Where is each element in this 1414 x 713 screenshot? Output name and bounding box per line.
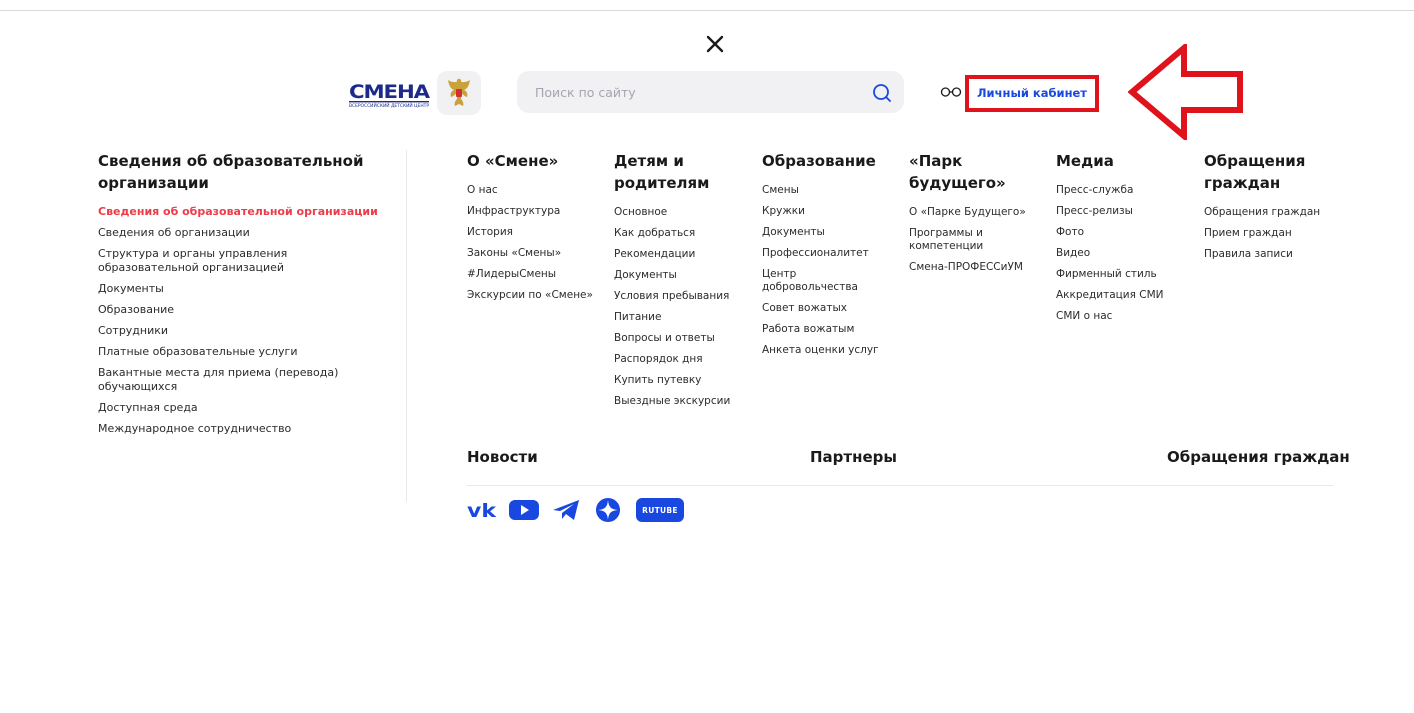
menu-link[interactable]: Основное [614, 206, 742, 219]
vertical-divider [406, 150, 407, 502]
menu-column-media: Медиа Пресс-служба Пресс-релизы Фото Вид… [1056, 150, 1184, 331]
left-nav-list: Сведения об образовательной организации … [98, 205, 388, 443]
column-title[interactable]: О «Смене» [467, 150, 607, 172]
search-icon[interactable] [871, 82, 893, 104]
svg-text:vk: vk [467, 501, 496, 519]
menu-link[interactable]: История [467, 226, 607, 239]
menu-link[interactable]: Обращения граждан [1204, 206, 1334, 219]
left-nav-item[interactable]: Международное сотрудничество [98, 422, 388, 436]
menu-link[interactable]: Питание [614, 311, 742, 324]
search-box[interactable] [517, 71, 904, 113]
red-arrow-annotation [1128, 44, 1243, 140]
menu-link[interactable]: Купить путевку [614, 374, 742, 387]
left-nav-item[interactable]: Образование [98, 303, 388, 317]
column-title[interactable]: Медиа [1056, 150, 1184, 172]
left-nav-item[interactable]: Доступная среда [98, 401, 388, 415]
search-input[interactable] [535, 71, 865, 113]
appeals-link[interactable]: Обращения граждан [1167, 448, 1350, 466]
smena-logo[interactable]: СМЕНА ВСЕРОССИЙСКИЙ ДЕТСКИЙ ЦЕНТР [348, 78, 431, 108]
menu-link[interactable]: #ЛидерыСмены [467, 268, 607, 281]
menu-link[interactable]: Пресс-служба [1056, 184, 1184, 197]
menu-link[interactable]: Профессионалитет [762, 247, 890, 260]
menu-link[interactable]: Смена-ПРОФЕССиУМ [909, 261, 1039, 274]
close-menu-button[interactable] [703, 32, 727, 56]
left-section-title: Сведения об образовательной организации [98, 152, 364, 192]
menu-link[interactable]: Совет вожатых [762, 302, 890, 315]
menu-link[interactable]: Центр добровольчества [762, 268, 862, 294]
menu-column-about: О «Смене» О нас Инфраструктура История З… [467, 150, 607, 310]
youtube-link[interactable] [508, 498, 540, 522]
left-nav-item[interactable]: Вакантные места для приема (перевода) об… [98, 366, 388, 394]
vk-link[interactable]: vk [467, 498, 497, 522]
telegram-link[interactable] [551, 498, 581, 522]
menu-link[interactable]: О «Парке Будущего» [909, 206, 1039, 219]
dzen-link[interactable] [594, 498, 622, 522]
left-nav-item[interactable]: Документы [98, 282, 388, 296]
svg-text:СМЕНА: СМЕНА [349, 81, 430, 103]
menu-column-education: Образование Смены Кружки Документы Профе… [762, 150, 890, 365]
menu-link[interactable]: Документы [614, 269, 742, 282]
menu-link[interactable]: СМИ о нас [1056, 310, 1184, 323]
menu-link[interactable]: Инфраструктура [467, 205, 607, 218]
eagle-emblem-icon [448, 78, 470, 106]
menu-link[interactable]: Аккредитация СМИ [1056, 289, 1184, 302]
column-title[interactable]: Образование [762, 150, 890, 172]
ministry-emblem[interactable] [437, 71, 481, 115]
menu-link[interactable]: Работа вожатым [762, 323, 890, 336]
menu-link[interactable]: Прием граждан [1204, 227, 1334, 240]
menu-link[interactable]: Распорядок дня [614, 353, 742, 366]
menu-link[interactable]: О нас [467, 184, 607, 197]
menu-link[interactable]: Фирменный стиль [1056, 268, 1184, 281]
menu-link[interactable]: Кружки [762, 205, 890, 218]
youtube-icon [509, 500, 539, 520]
menu-link[interactable]: Смены [762, 184, 890, 197]
column-title[interactable]: «Парк будущего» [909, 150, 1019, 194]
menu-link[interactable]: Законы «Смены» [467, 247, 607, 260]
personal-cabinet-link[interactable]: Личный кабинет [977, 86, 1087, 100]
close-icon [706, 35, 724, 53]
menu-link[interactable]: Программы и компетенции [909, 227, 999, 253]
horizontal-divider [467, 485, 1333, 486]
menu-link[interactable]: Пресс-релизы [1056, 205, 1184, 218]
dzen-icon [596, 498, 620, 522]
menu-link[interactable]: Видео [1056, 247, 1184, 260]
menu-link[interactable]: Документы [762, 226, 890, 239]
menu-column-park: «Парк будущего» О «Парке Будущего» Прогр… [909, 150, 1039, 282]
telegram-icon [553, 500, 579, 520]
left-nav-item[interactable]: Платные образовательные услуги [98, 345, 388, 359]
menu-link[interactable]: Экскурсии по «Смене» [467, 289, 607, 302]
vk-icon: vk [467, 501, 496, 519]
menu-link[interactable]: Рекомендации [614, 248, 742, 261]
news-link[interactable]: Новости [467, 448, 538, 466]
menu-column-children: Детям и родителям Основное Как добраться… [614, 150, 742, 416]
column-title[interactable]: Детям и родителям [614, 150, 742, 194]
left-nav-item[interactable]: Сведения об организации [98, 226, 388, 240]
rutube-link[interactable]: RUTUBE [636, 498, 684, 522]
glasses-icon[interactable] [940, 86, 966, 98]
top-divider [0, 10, 1414, 11]
rutube-icon: RUTUBE [642, 505, 678, 515]
smena-logo-icon: СМЕНА ВСЕРОССИЙСКИЙ ДЕТСКИЙ ЦЕНТР [349, 81, 431, 108]
column-title[interactable]: Обращения граждан [1204, 150, 1314, 194]
left-nav-item[interactable]: Сведения об образовательной организации [98, 205, 388, 219]
menu-link[interactable]: Правила записи [1204, 248, 1334, 261]
menu-link[interactable]: Условия пребывания [614, 290, 742, 303]
partners-link[interactable]: Партнеры [810, 448, 897, 466]
menu-column-appeals: Обращения граждан Обращения граждан Прие… [1204, 150, 1334, 269]
menu-link[interactable]: Анкета оценки услуг [762, 344, 890, 357]
menu-link[interactable]: Фото [1056, 226, 1184, 239]
menu-link[interactable]: Как добраться [614, 227, 742, 240]
svg-text:ВСЕРОССИЙСКИЙ ДЕТСКИЙ ЦЕНТР: ВСЕРОССИЙСКИЙ ДЕТСКИЙ ЦЕНТР [349, 103, 430, 108]
menu-link[interactable]: Вопросы и ответы [614, 332, 742, 345]
left-nav-item[interactable]: Структура и органы управления образовате… [98, 247, 388, 275]
left-nav-item[interactable]: Сотрудники [98, 324, 388, 338]
menu-link[interactable]: Выездные экскурсии [614, 395, 742, 408]
